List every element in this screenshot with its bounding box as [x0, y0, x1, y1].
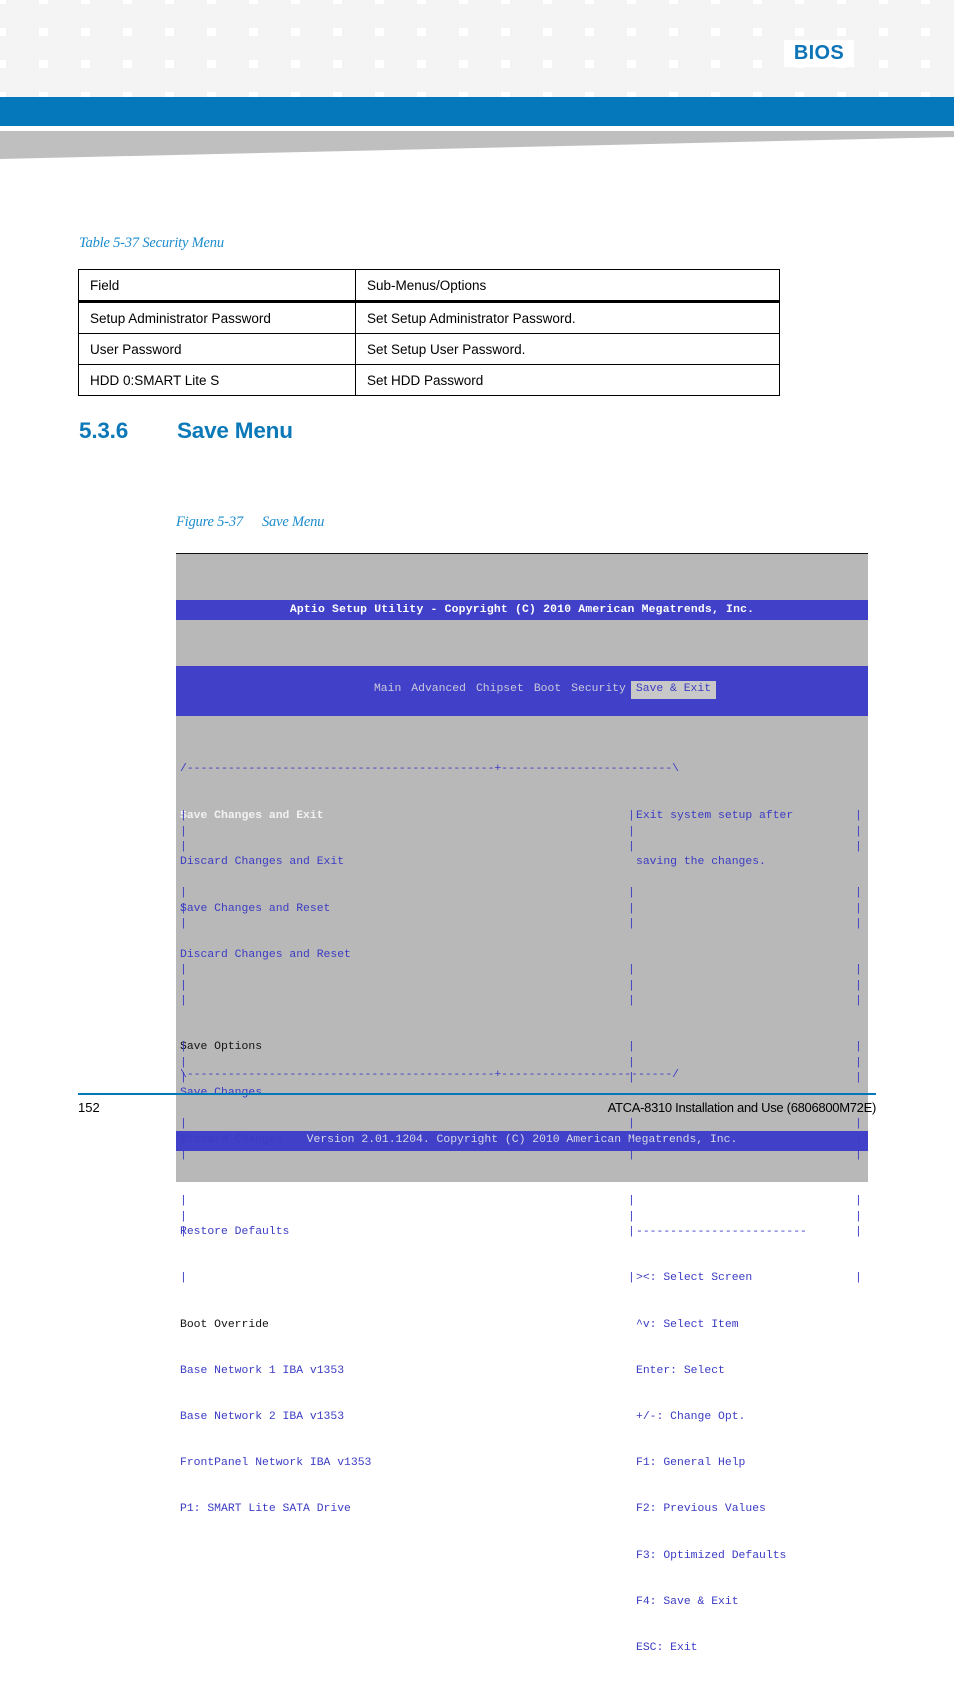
bios-spacer	[636, 1179, 868, 1194]
bios-option-restore-defaults[interactable]: Restore Defaults	[180, 1225, 632, 1240]
bios-frame-middle-border: | | | | | | | | | | | | | | | | | | |	[628, 810, 635, 1285]
header-gray-wedge	[0, 131, 954, 161]
table-row: HDD 0:SMART Lite S Set HDD Password	[78, 364, 780, 396]
bios-body: /---------------------------------------…	[176, 762, 868, 1654]
footer-rule	[78, 1093, 876, 1095]
section-heading: 5.3.6 Save Menu	[79, 418, 293, 444]
bios-spacer	[180, 994, 632, 1009]
bios-key-select-screen: ><: Select Screen	[636, 1272, 753, 1285]
table-header-row: Field Sub-Menus/Options	[78, 269, 780, 303]
bios-frame-bottom: \---------------------------------------…	[180, 1068, 679, 1081]
bios-help-line: Exit system setup after	[636, 810, 794, 823]
bios-right-panel-divider: -------------------------	[636, 1226, 807, 1239]
table-cell-field: HDD 0:SMART Lite S	[78, 364, 356, 396]
bios-frame-right-border: | | | | | | | | | | | | | | | | | | |	[855, 810, 862, 1285]
bios-spacer	[636, 994, 868, 1009]
bios-option-p1-smart-lite-sata-drive[interactable]: P1: SMART Lite SATA Drive	[180, 1502, 632, 1517]
security-menu-table: Field Sub-Menus/Options Setup Administra…	[78, 269, 780, 396]
footer-document-title: ATCA-8310 Installation and Use (6806800M…	[607, 1100, 877, 1115]
table-cell-field: User Password	[78, 333, 356, 365]
bios-group-header-save-options: Save Options	[180, 1041, 263, 1054]
bios-left-panel: Save Changes and Exit Discard Changes an…	[180, 778, 632, 1548]
bios-key-previous-values: F2: Previous Values	[636, 1503, 766, 1516]
table-caption: Table 5-37 Security Menu	[79, 235, 224, 251]
bios-key-esc-exit: ESC: Exit	[636, 1642, 698, 1655]
footer-page-number: 152	[78, 1100, 100, 1115]
bios-spacer	[636, 1133, 868, 1148]
bios-menu-item-chipset[interactable]: Chipset	[471, 681, 529, 698]
bios-frame-top: /---------------------------------------…	[180, 763, 679, 776]
header-section-label: BIOS	[783, 40, 854, 67]
table-cell-options: Set Setup User Password.	[355, 333, 780, 365]
table-cell-field: Setup Administrator Password	[78, 301, 356, 334]
table-column-header-options: Sub-Menus/Options	[355, 269, 780, 303]
figure-caption: Figure 5-37 Save Menu	[176, 514, 324, 531]
bios-option-discard-changes[interactable]: Discard Changes	[180, 1133, 632, 1148]
bios-key-select-item: ^v: Select Item	[636, 1318, 739, 1331]
section-title: Save Menu	[177, 418, 293, 443]
figure-title: Save Menu	[262, 514, 325, 530]
figure-number: Figure 5-37	[176, 514, 243, 530]
bios-title-bar: Aptio Setup Utility - Copyright (C) 2010…	[176, 600, 868, 620]
bios-key-optimized-defaults: F3: Optimized Defaults	[636, 1549, 787, 1562]
table-row: User Password Set Setup User Password.	[78, 333, 780, 365]
bios-menu-item-boot[interactable]: Boot	[529, 681, 566, 698]
bios-key-change-opt: +/-: Change Opt.	[636, 1410, 746, 1423]
bios-menu-bar: Main Advanced Chipset Boot Security Save & Ex…	[176, 665, 868, 717]
bios-frame-left-border: | | | | | | | | | | | | | | | | | | |	[180, 810, 187, 1285]
bios-spacer	[636, 902, 868, 917]
bios-option-save-changes-and-reset[interactable]: Save Changes and Reset	[180, 902, 632, 917]
bios-option-frontpanel-network[interactable]: FrontPanel Network IBA v1353	[180, 1456, 632, 1471]
bios-option-save-changes-and-exit[interactable]: Save Changes and Exit	[180, 809, 632, 824]
table-column-header-field: Field	[78, 269, 356, 303]
bios-key-enter-select: Enter: Select	[636, 1364, 725, 1377]
section-number: 5.3.6	[79, 418, 129, 443]
header-blue-bar	[0, 97, 954, 126]
table-cell-options: Set HDD Password	[355, 364, 780, 396]
bios-key-general-help: F1: General Help	[636, 1457, 746, 1470]
bios-screenshot-figure: Aptio Setup Utility - Copyright (C) 2010…	[176, 553, 868, 1654]
bios-right-panel: Exit system setup after saving the chang…	[636, 778, 868, 1687]
bios-option-discard-changes-and-reset[interactable]: Discard Changes and Reset	[180, 948, 632, 963]
bios-menu-item-advanced[interactable]: Advanced	[406, 681, 471, 698]
bios-spacer	[636, 1040, 868, 1055]
bios-menu-item-security[interactable]: Security	[566, 681, 631, 698]
bios-spacer	[180, 1179, 632, 1194]
bios-menu-item-save-and-exit[interactable]: Save & Exit	[630, 681, 717, 699]
bios-help-line: saving the changes.	[636, 856, 766, 869]
table-cell-options: Set Setup Administrator Password.	[355, 301, 780, 334]
bios-option-discard-changes-and-exit[interactable]: Discard Changes and Exit	[180, 855, 632, 870]
bios-group-header-boot-override: Boot Override	[180, 1318, 269, 1331]
bios-key-save-and-exit: F4: Save & Exit	[636, 1595, 739, 1608]
bios-option-base-network-2[interactable]: Base Network 2 IBA v1353	[180, 1410, 632, 1425]
table-row: Setup Administrator Password Set Setup A…	[78, 301, 780, 334]
bios-spacer	[180, 1271, 632, 1286]
bios-option-base-network-1[interactable]: Base Network 1 IBA v1353	[180, 1364, 632, 1379]
bios-menu-item-main[interactable]: Main	[369, 681, 406, 698]
